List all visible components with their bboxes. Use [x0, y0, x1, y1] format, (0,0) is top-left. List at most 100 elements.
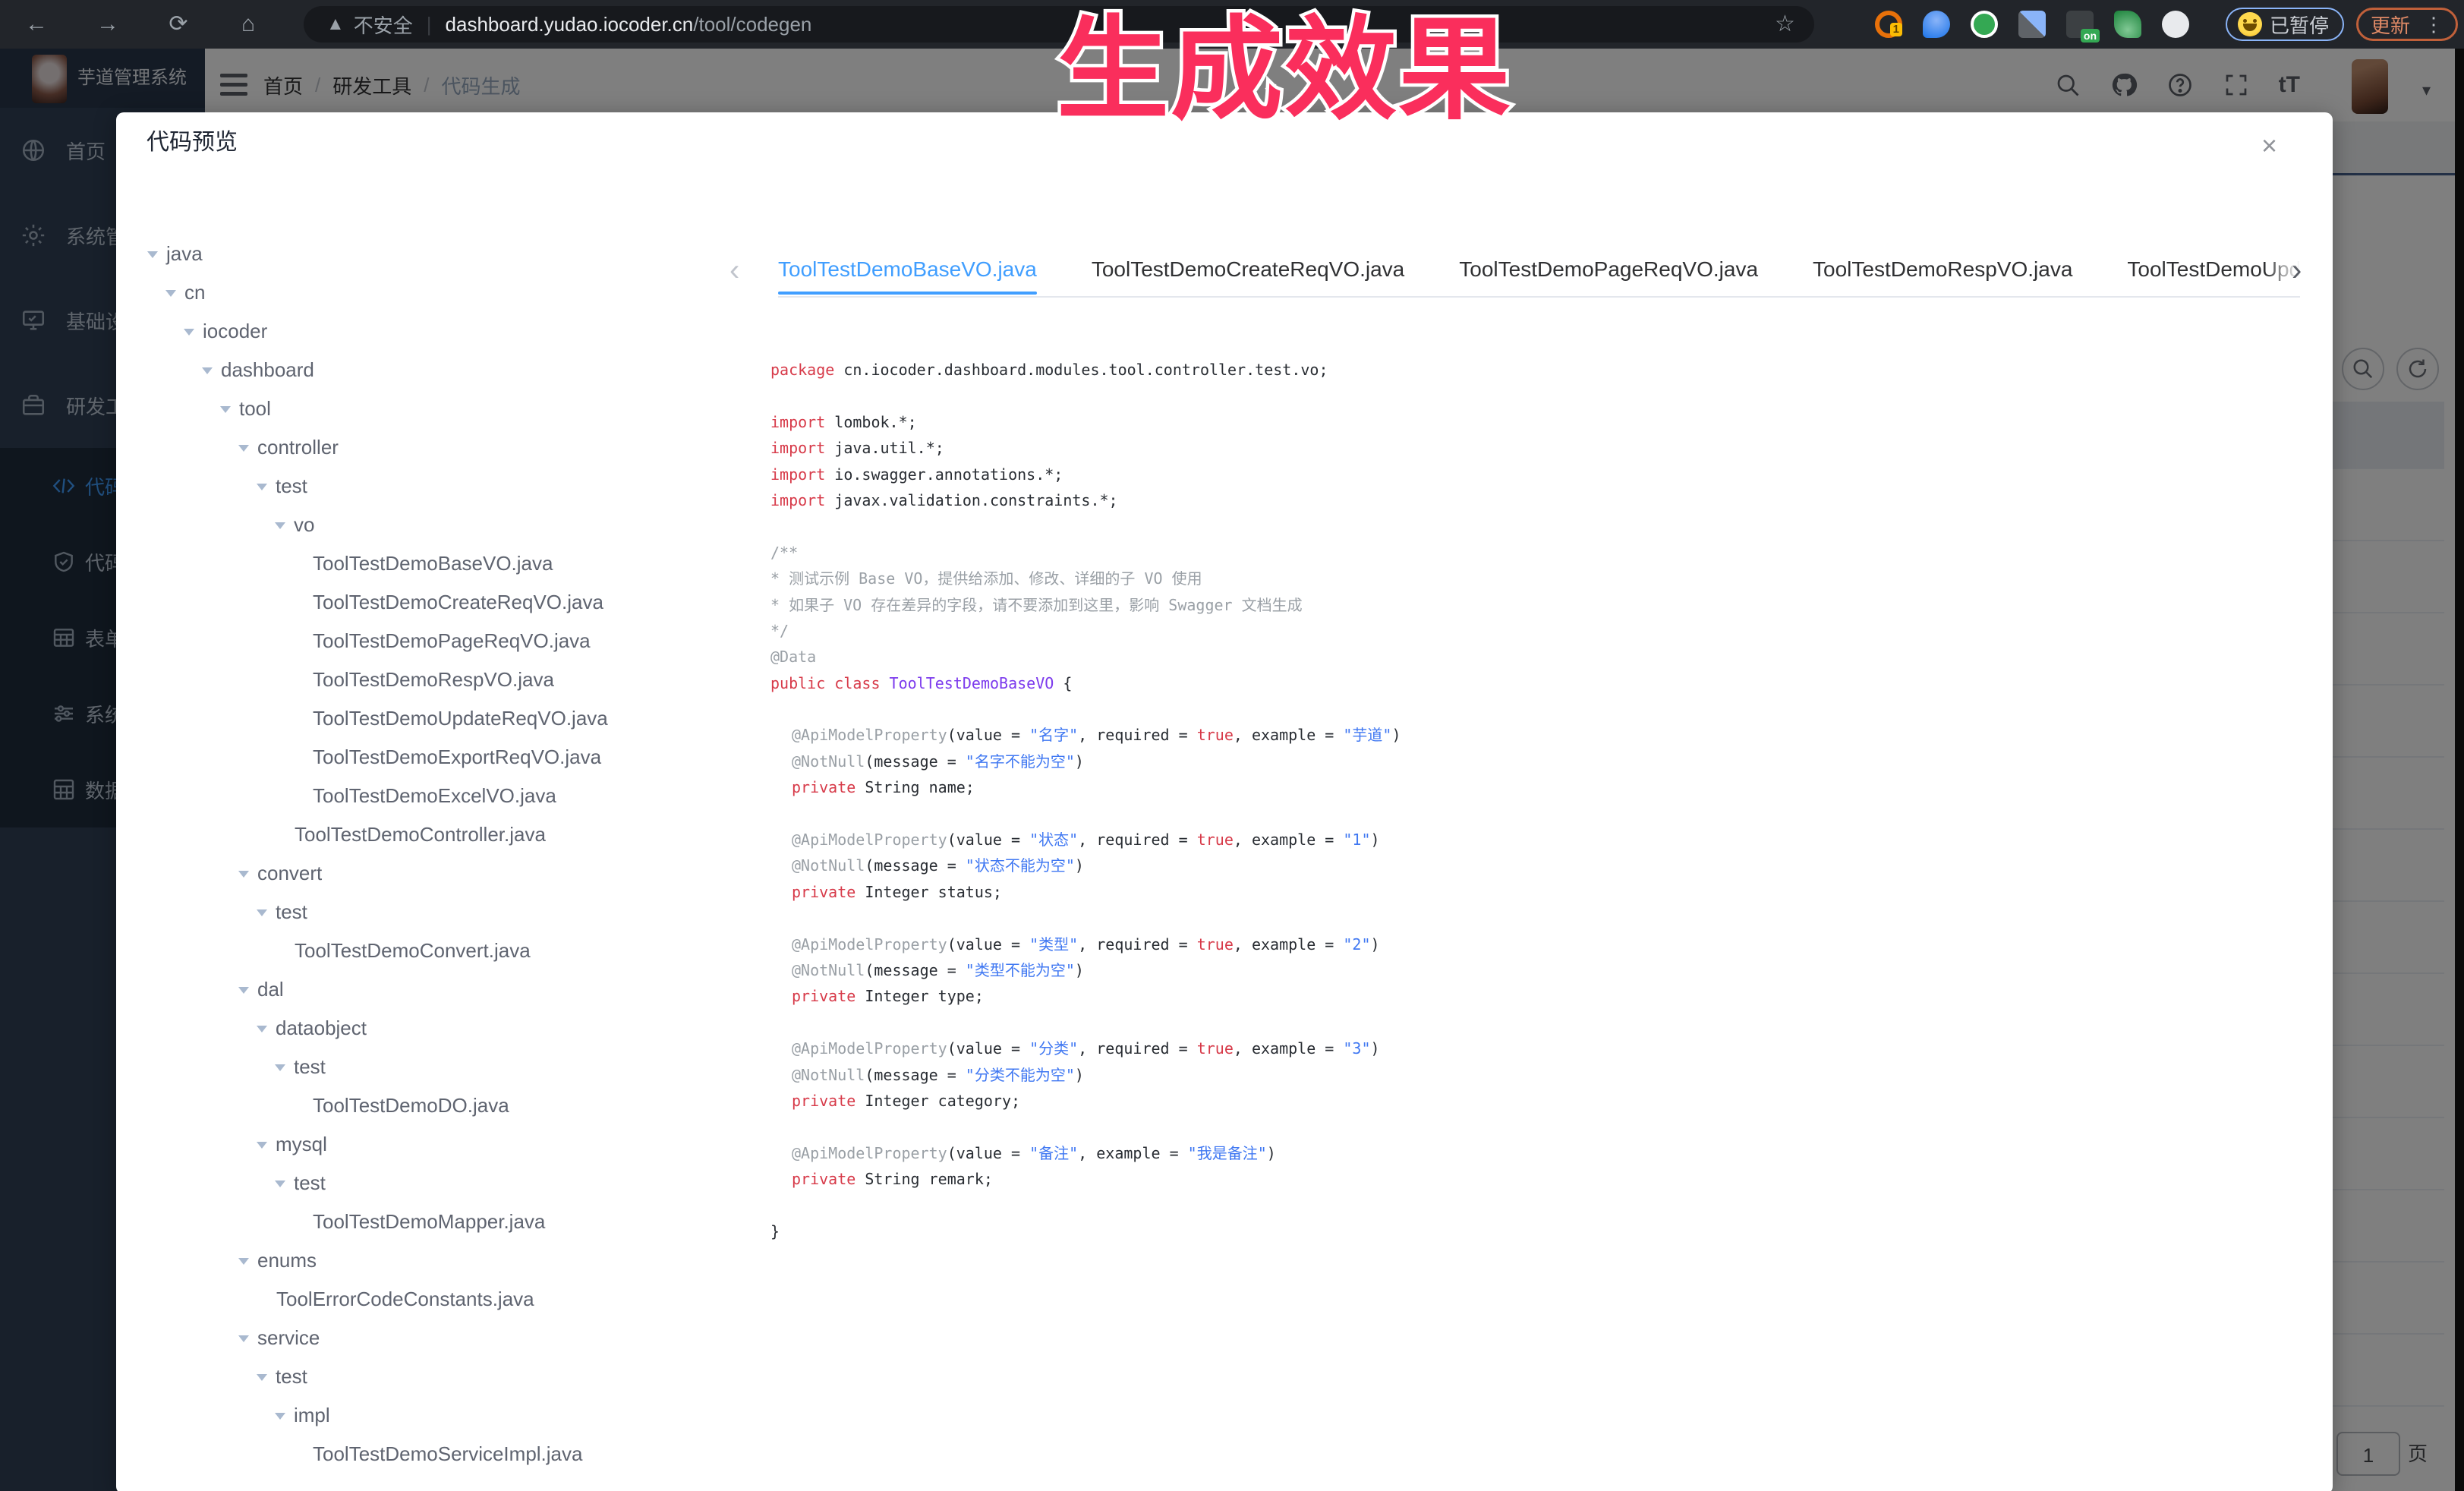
tree-expand-caret-icon[interactable] — [220, 406, 231, 418]
code-line: * 如果子 VO 存在差异的字段，请不要添加到这里，影响 Swagger 文档生… — [770, 592, 2304, 618]
code-line: private String remark; — [770, 1166, 2304, 1192]
chrome-update-button[interactable]: 更新 ⋮ — [2356, 8, 2458, 41]
tree-folder-enums[interactable]: enums — [116, 1241, 761, 1280]
tree-folder-convert[interactable]: convert — [116, 854, 761, 893]
tree-node-label: vo — [294, 513, 314, 537]
tree-expand-caret-icon[interactable] — [184, 329, 194, 341]
extension-icons-row: 1 on — [1875, 11, 2189, 38]
tree-folder-controller[interactable]: controller — [116, 428, 761, 467]
code-line: } — [770, 1218, 2304, 1244]
code-line: @ApiModelProperty(value = "备注", example … — [770, 1140, 2304, 1166]
puzzle-extension-icon[interactable] — [2162, 11, 2189, 38]
tree-node-label: enums — [257, 1249, 317, 1272]
tree-node-label: ToolTestDemoExcelVO.java — [313, 784, 556, 808]
tree-folder-dashboard[interactable]: dashboard — [116, 351, 761, 389]
tree-folder-vo[interactable]: vo — [116, 506, 761, 544]
tree-expand-caret-icon[interactable] — [275, 1064, 285, 1076]
tree-file-ToolTestDemoUpdateReqVO.java[interactable]: ToolTestDemoUpdateReqVO.java — [116, 699, 761, 738]
tab-ToolTestDemoBaseVO.java[interactable]: ToolTestDemoBaseVO.java — [778, 249, 1037, 295]
security-label: 不安全 — [354, 11, 413, 39]
tree-folder-test[interactable]: test — [116, 1164, 761, 1203]
tree-folder-test[interactable]: test — [116, 1357, 761, 1396]
tree-folder-impl[interactable]: impl — [116, 1396, 761, 1435]
tree-file-ToolTestDemoConvert.java[interactable]: ToolTestDemoConvert.java — [116, 931, 761, 970]
tree-expand-caret-icon[interactable] — [257, 1374, 267, 1386]
tree-node-label: test — [276, 900, 307, 924]
tree-folder-dataobject[interactable]: dataobject — [116, 1009, 761, 1048]
code-line — [770, 1114, 2304, 1140]
tree-file-ToolTestDemoServiceImpl.java[interactable]: ToolTestDemoServiceImpl.java — [116, 1435, 761, 1474]
tree-node-label: impl — [294, 1404, 330, 1427]
chrome-menu-icon[interactable]: ⋮ — [2424, 13, 2444, 36]
forward-icon[interactable]: → — [85, 0, 131, 49]
tree-expand-caret-icon[interactable] — [257, 1026, 267, 1038]
tree-expand-caret-icon[interactable] — [238, 871, 249, 883]
tab-ToolTestDemoCreateReqVO.java[interactable]: ToolTestDemoCreateReqVO.java — [1092, 249, 1404, 295]
tree-node-label: test — [294, 1171, 326, 1195]
tree-expand-caret-icon[interactable] — [257, 484, 267, 496]
tree-folder-tool[interactable]: tool — [116, 389, 761, 428]
tree-node-label: ToolTestDemoExportReqVO.java — [313, 746, 601, 769]
tree-file-ToolTestDemoCreateReqVO.java[interactable]: ToolTestDemoCreateReqVO.java — [116, 583, 761, 622]
tree-expand-caret-icon[interactable] — [202, 367, 213, 380]
grid-extension-icon[interactable] — [2018, 11, 2046, 38]
tree-expand-caret-icon[interactable] — [275, 522, 285, 534]
tab-ToolTestDemoRespVO.java[interactable]: ToolTestDemoRespVO.java — [1813, 249, 2072, 295]
tree-file-ToolErrorCodeConstants.java[interactable]: ToolErrorCodeConstants.java — [116, 1280, 761, 1319]
close-icon[interactable]: × — [2261, 132, 2277, 159]
back-icon[interactable]: ← — [14, 0, 59, 49]
tree-folder-test[interactable]: test — [116, 1048, 761, 1086]
tree-file-ToolTestDemoDO.java[interactable]: ToolTestDemoDO.java — [116, 1086, 761, 1125]
sprout-extension-icon[interactable] — [2114, 11, 2141, 38]
code-line — [770, 383, 2304, 408]
code-line: private Integer type; — [770, 983, 2304, 1009]
tree-file-ToolTestDemoExcelVO.java[interactable]: ToolTestDemoExcelVO.java — [116, 777, 761, 815]
tree-node-label: ToolTestDemoDO.java — [313, 1094, 509, 1117]
tree-file-ToolTestDemoPageReqVO.java[interactable]: ToolTestDemoPageReqVO.java — [116, 622, 761, 660]
tree-node-label: dal — [257, 978, 284, 1001]
blue-drop-extension-icon[interactable] — [1923, 11, 1950, 38]
tree-file-ToolTestDemoController.java[interactable]: ToolTestDemoController.java — [116, 815, 761, 854]
tree-expand-caret-icon[interactable] — [238, 987, 249, 999]
tree-node-label: test — [276, 1365, 307, 1389]
security-warning-icon: ▲ — [326, 14, 345, 35]
tree-expand-caret-icon[interactable] — [238, 1258, 249, 1270]
tabs-scroll-right-icon[interactable]: › — [2292, 249, 2302, 295]
code-line: private Integer category; — [770, 1088, 2304, 1114]
tree-file-ToolTestDemoRespVO.java[interactable]: ToolTestDemoRespVO.java — [116, 660, 761, 699]
tree-folder-test[interactable]: test — [116, 893, 761, 931]
tree-node-label: iocoder — [203, 320, 267, 343]
tree-folder-dal[interactable]: dal — [116, 970, 761, 1009]
tree-node-label: ToolTestDemoRespVO.java — [313, 668, 554, 692]
profile-paused-chip[interactable]: 已暂停 — [2226, 8, 2344, 41]
tree-expand-caret-icon[interactable] — [257, 909, 267, 922]
paused-label: 已暂停 — [2270, 11, 2329, 39]
code-line: @ApiModelProperty(value = "类型", required… — [770, 931, 2304, 957]
tree-expand-caret-icon[interactable] — [238, 1335, 249, 1348]
tree-folder-service[interactable]: service — [116, 1319, 761, 1357]
tree-expand-caret-icon[interactable] — [275, 1413, 285, 1425]
tree-file-ToolTestDemoMapper.java[interactable]: ToolTestDemoMapper.java — [116, 1203, 761, 1241]
orange-shield-extension-icon[interactable]: 1 — [1875, 11, 1902, 38]
reload-icon[interactable]: ⟳ — [156, 0, 201, 49]
tree-folder-test[interactable]: test — [116, 467, 761, 506]
tabs-scroll-left-icon[interactable]: ‹ — [729, 249, 739, 295]
tree-node-label: tool — [239, 397, 271, 421]
tree-folder-mysql[interactable]: mysql — [116, 1125, 761, 1164]
tree-folder-iocoder[interactable]: iocoder — [116, 312, 761, 351]
tree-expand-caret-icon[interactable] — [238, 445, 249, 457]
code-line: import lombok.*; — [770, 409, 2304, 435]
tree-file-ToolTestDemoBaseVO.java[interactable]: ToolTestDemoBaseVO.java — [116, 544, 761, 583]
home-icon[interactable]: ⌂ — [225, 0, 271, 49]
code-line: @Data — [770, 644, 2304, 670]
code-viewer[interactable]: package cn.iocoder.dashboard.modules.too… — [770, 357, 2304, 1244]
tree-expand-caret-icon[interactable] — [275, 1181, 285, 1193]
bookmark-star-icon[interactable]: ☆ — [1775, 0, 1795, 49]
tree-expand-caret-icon[interactable] — [257, 1142, 267, 1154]
tree-file-ToolTestDemoExportReqVO.java[interactable]: ToolTestDemoExportReqVO.java — [116, 738, 761, 777]
tree-node-label: ToolTestDemoUpdateReqVO.java — [313, 707, 608, 730]
code-line: private String name; — [770, 774, 2304, 800]
tab-ToolTestDemoPageReqVO.java[interactable]: ToolTestDemoPageReqVO.java — [1459, 249, 1758, 295]
green-circle-extension-icon[interactable] — [1971, 11, 1998, 38]
list-on-extension-icon[interactable]: on — [2066, 11, 2094, 38]
